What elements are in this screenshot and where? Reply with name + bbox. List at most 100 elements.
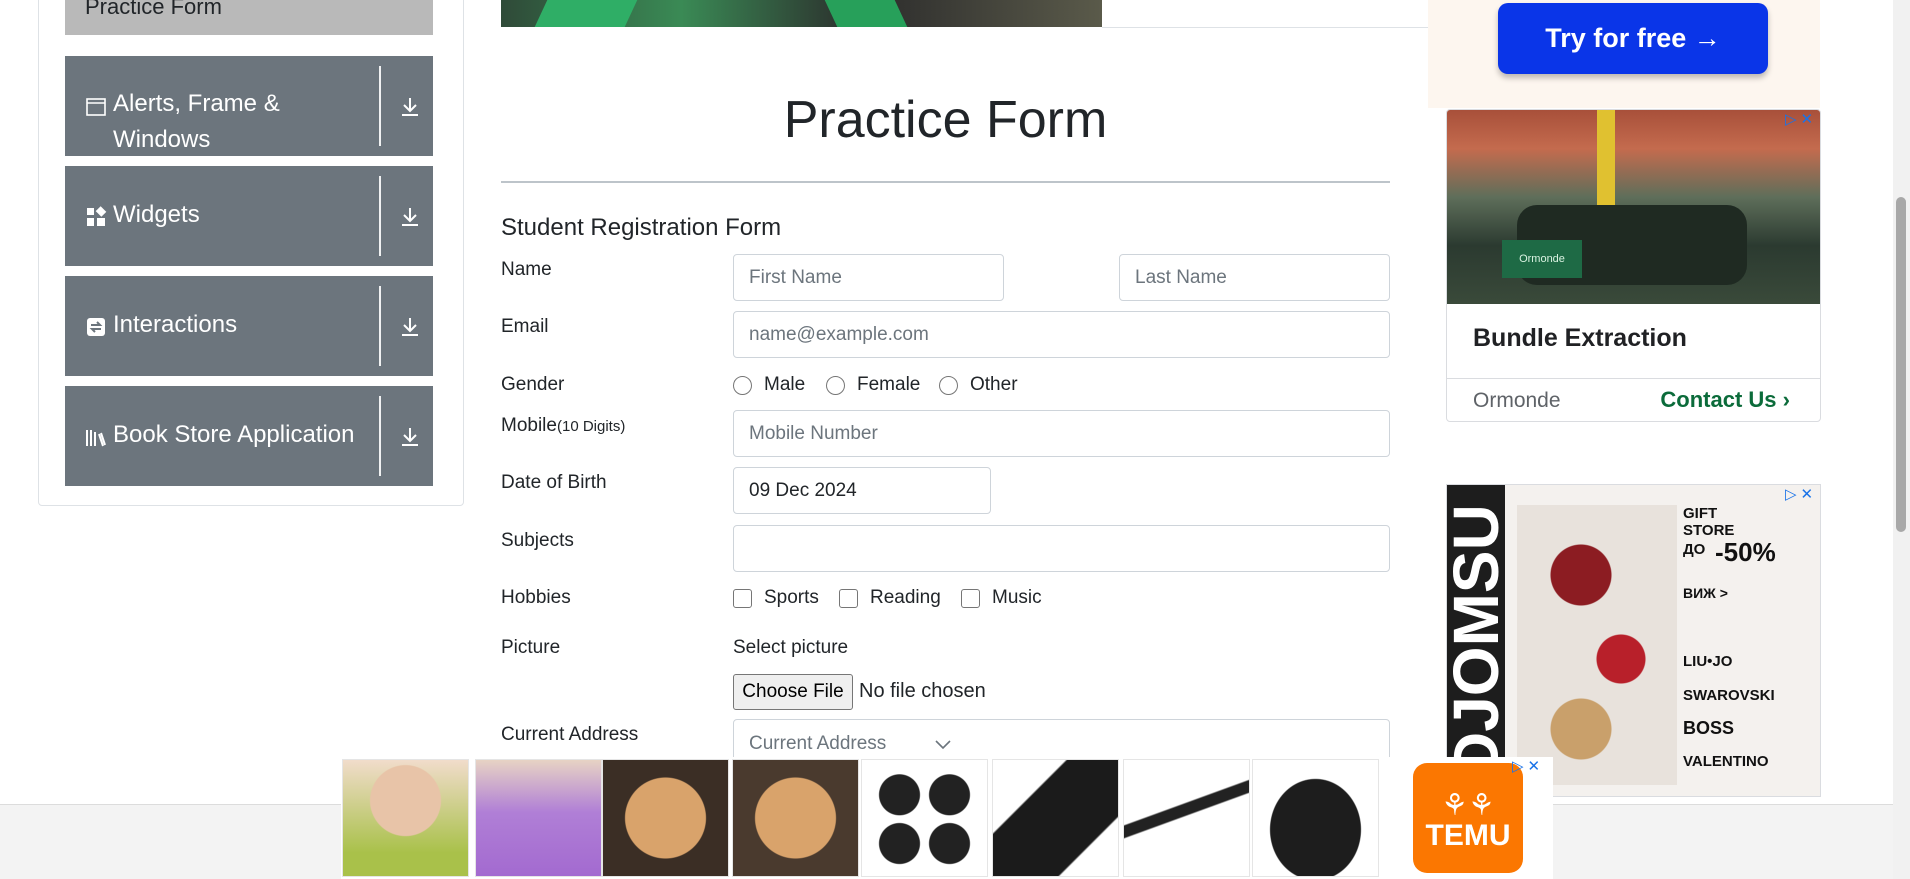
name-label: Name [501,259,552,280]
temu-mark-icon: ⚘⚘ [1441,789,1495,822]
adchoices-icon[interactable]: ▷ ✕ [1785,110,1821,130]
sidebar-group-interactions[interactable]: Interactions [65,276,433,376]
gender-radio-other[interactable]: Other [939,374,1018,396]
checkbox-label: Reading [870,587,941,608]
product-thumbnail[interactable] [1123,759,1250,877]
product-thumbnail[interactable] [342,759,469,877]
divider [1447,378,1820,379]
checkbox-label: Music [992,587,1042,608]
select-picture-label: Select picture [733,637,849,658]
sidebar-group-label: Alerts, Frame & Windows [113,90,280,153]
scrollbar-thumb[interactable] [1896,197,1906,532]
adchoices-icon[interactable]: ▷ ✕ [1512,757,1548,777]
divider [379,396,381,476]
radio-button[interactable] [826,375,845,395]
download-icon[interactable] [397,94,423,120]
divider [379,66,381,146]
sidebar-group-widgets[interactable]: Widgets [65,166,433,266]
title-divider [501,181,1390,183]
ad-bundle-extraction[interactable]: Ormonde Bundle Extraction Ormonde Contac… [1446,109,1821,422]
ad-discount: -50% [1715,537,1776,567]
mobile-hint: (10 Digits) [556,418,626,435]
last-name-input[interactable] [1119,254,1390,301]
product-thumbnail[interactable] [992,759,1119,877]
ad-brand-swarovski: SWAROVSKI [1683,687,1775,704]
choose-file-button[interactable]: Choose File [733,674,853,710]
gender-label: Gender [501,374,565,395]
gender-radio-female[interactable]: Female [826,374,920,396]
product-thumbnail[interactable] [861,759,988,877]
chevron-right-icon: › [1782,387,1790,412]
divider [379,176,381,256]
product-thumbnail[interactable] [732,759,859,877]
ad-brand: Ormonde [1473,389,1561,412]
radio-button[interactable] [733,375,752,395]
checkbox[interactable] [733,588,752,608]
subjects-input[interactable] [733,525,1390,572]
hobby-checkbox-sports[interactable]: Sports [733,587,819,609]
sidebar-group-label: Interactions [113,311,238,338]
product-thumbnail[interactable] [602,759,729,877]
ad-cta[interactable]: ВИЖ > [1683,585,1728,601]
page-title: Practice Form [783,91,1108,149]
divider [379,286,381,366]
contact-us-link[interactable]: Contact Us › [1660,387,1790,413]
radio-label: Female [857,374,921,395]
hobby-checkbox-music[interactable]: Music [961,587,1042,609]
checkbox-label: Sports [764,587,819,608]
temu-wordmark: TEMU [1425,819,1511,852]
subjects-label: Subjects [501,530,574,551]
mobile-input[interactable] [733,410,1390,457]
ad-brand-liujo: LIU•JO [1683,653,1733,670]
product-thumbnail[interactable] [1252,759,1379,877]
checkbox[interactable] [961,588,980,608]
dob-label: Date of Birth [501,472,607,493]
ad-brand-valentino: VALENTINO [1683,753,1769,770]
ad-text: ДО [1683,541,1706,558]
contact-label: Contact Us [1660,387,1777,412]
adchoices-icon[interactable]: ▷ ✕ [1785,485,1821,505]
chevron-down-icon [935,740,951,750]
first-name-input[interactable] [733,254,1004,301]
textarea-placeholder: Current Address [749,733,887,754]
download-icon[interactable] [397,204,423,230]
bottom-ad[interactable] [341,757,1553,879]
ad-brand-boss: BOSS [1683,718,1735,738]
picture-label: Picture [501,637,561,658]
current-address-label: Current Address [501,724,639,745]
radio-label: Male [764,374,806,395]
gender-radio-male[interactable]: Male [733,374,805,396]
form-heading: Student Registration Form [501,214,782,241]
sidebar-group-label: Widgets [113,201,200,228]
try-for-free-button[interactable]: Try for free → [1498,3,1768,74]
ad-text: GIFT [1683,505,1718,522]
checkbox[interactable] [839,588,858,608]
divider [1102,27,1428,28]
hobby-checkbox-reading[interactable]: Reading [839,587,941,609]
banner-image [501,0,1102,27]
ad-brand: DJOMSU [1447,485,1512,796]
ad-headline: Bundle Extraction [1473,324,1687,352]
product-thumbnail[interactable] [475,759,602,877]
ad-image: Ormonde [1447,110,1820,304]
books-icon [86,430,106,447]
file-status: No file chosen [859,680,986,702]
temu-logo[interactable]: ⚘⚘ TEMU [1413,763,1523,873]
ad-djomsu[interactable]: DJOMSU GIFT STORE ДО -50% ВИЖ > LIU•JO S… [1446,484,1821,797]
window-icon [86,98,106,116]
download-icon[interactable] [397,424,423,450]
radio-button[interactable] [939,375,958,395]
hobbies-label: Hobbies [501,587,571,608]
sidebar-item-practice-form[interactable]: Practice Form [65,0,433,35]
sidebar-item-label: Practice Form [85,0,222,19]
mobile-label-text: Mobile [501,415,557,436]
sidebar-group-alerts[interactable]: Alerts, Frame & Windows [65,56,433,156]
email-label: Email [501,316,549,337]
sidebar-group-book-store[interactable]: Book Store Application [65,386,433,486]
sidebar-group-label: Book Store Application [113,421,355,448]
date-of-birth-input[interactable] [733,467,991,514]
email-input[interactable] [733,311,1390,358]
interactions-icon [87,318,105,336]
radio-label: Other [970,374,1018,395]
download-icon[interactable] [397,314,423,340]
